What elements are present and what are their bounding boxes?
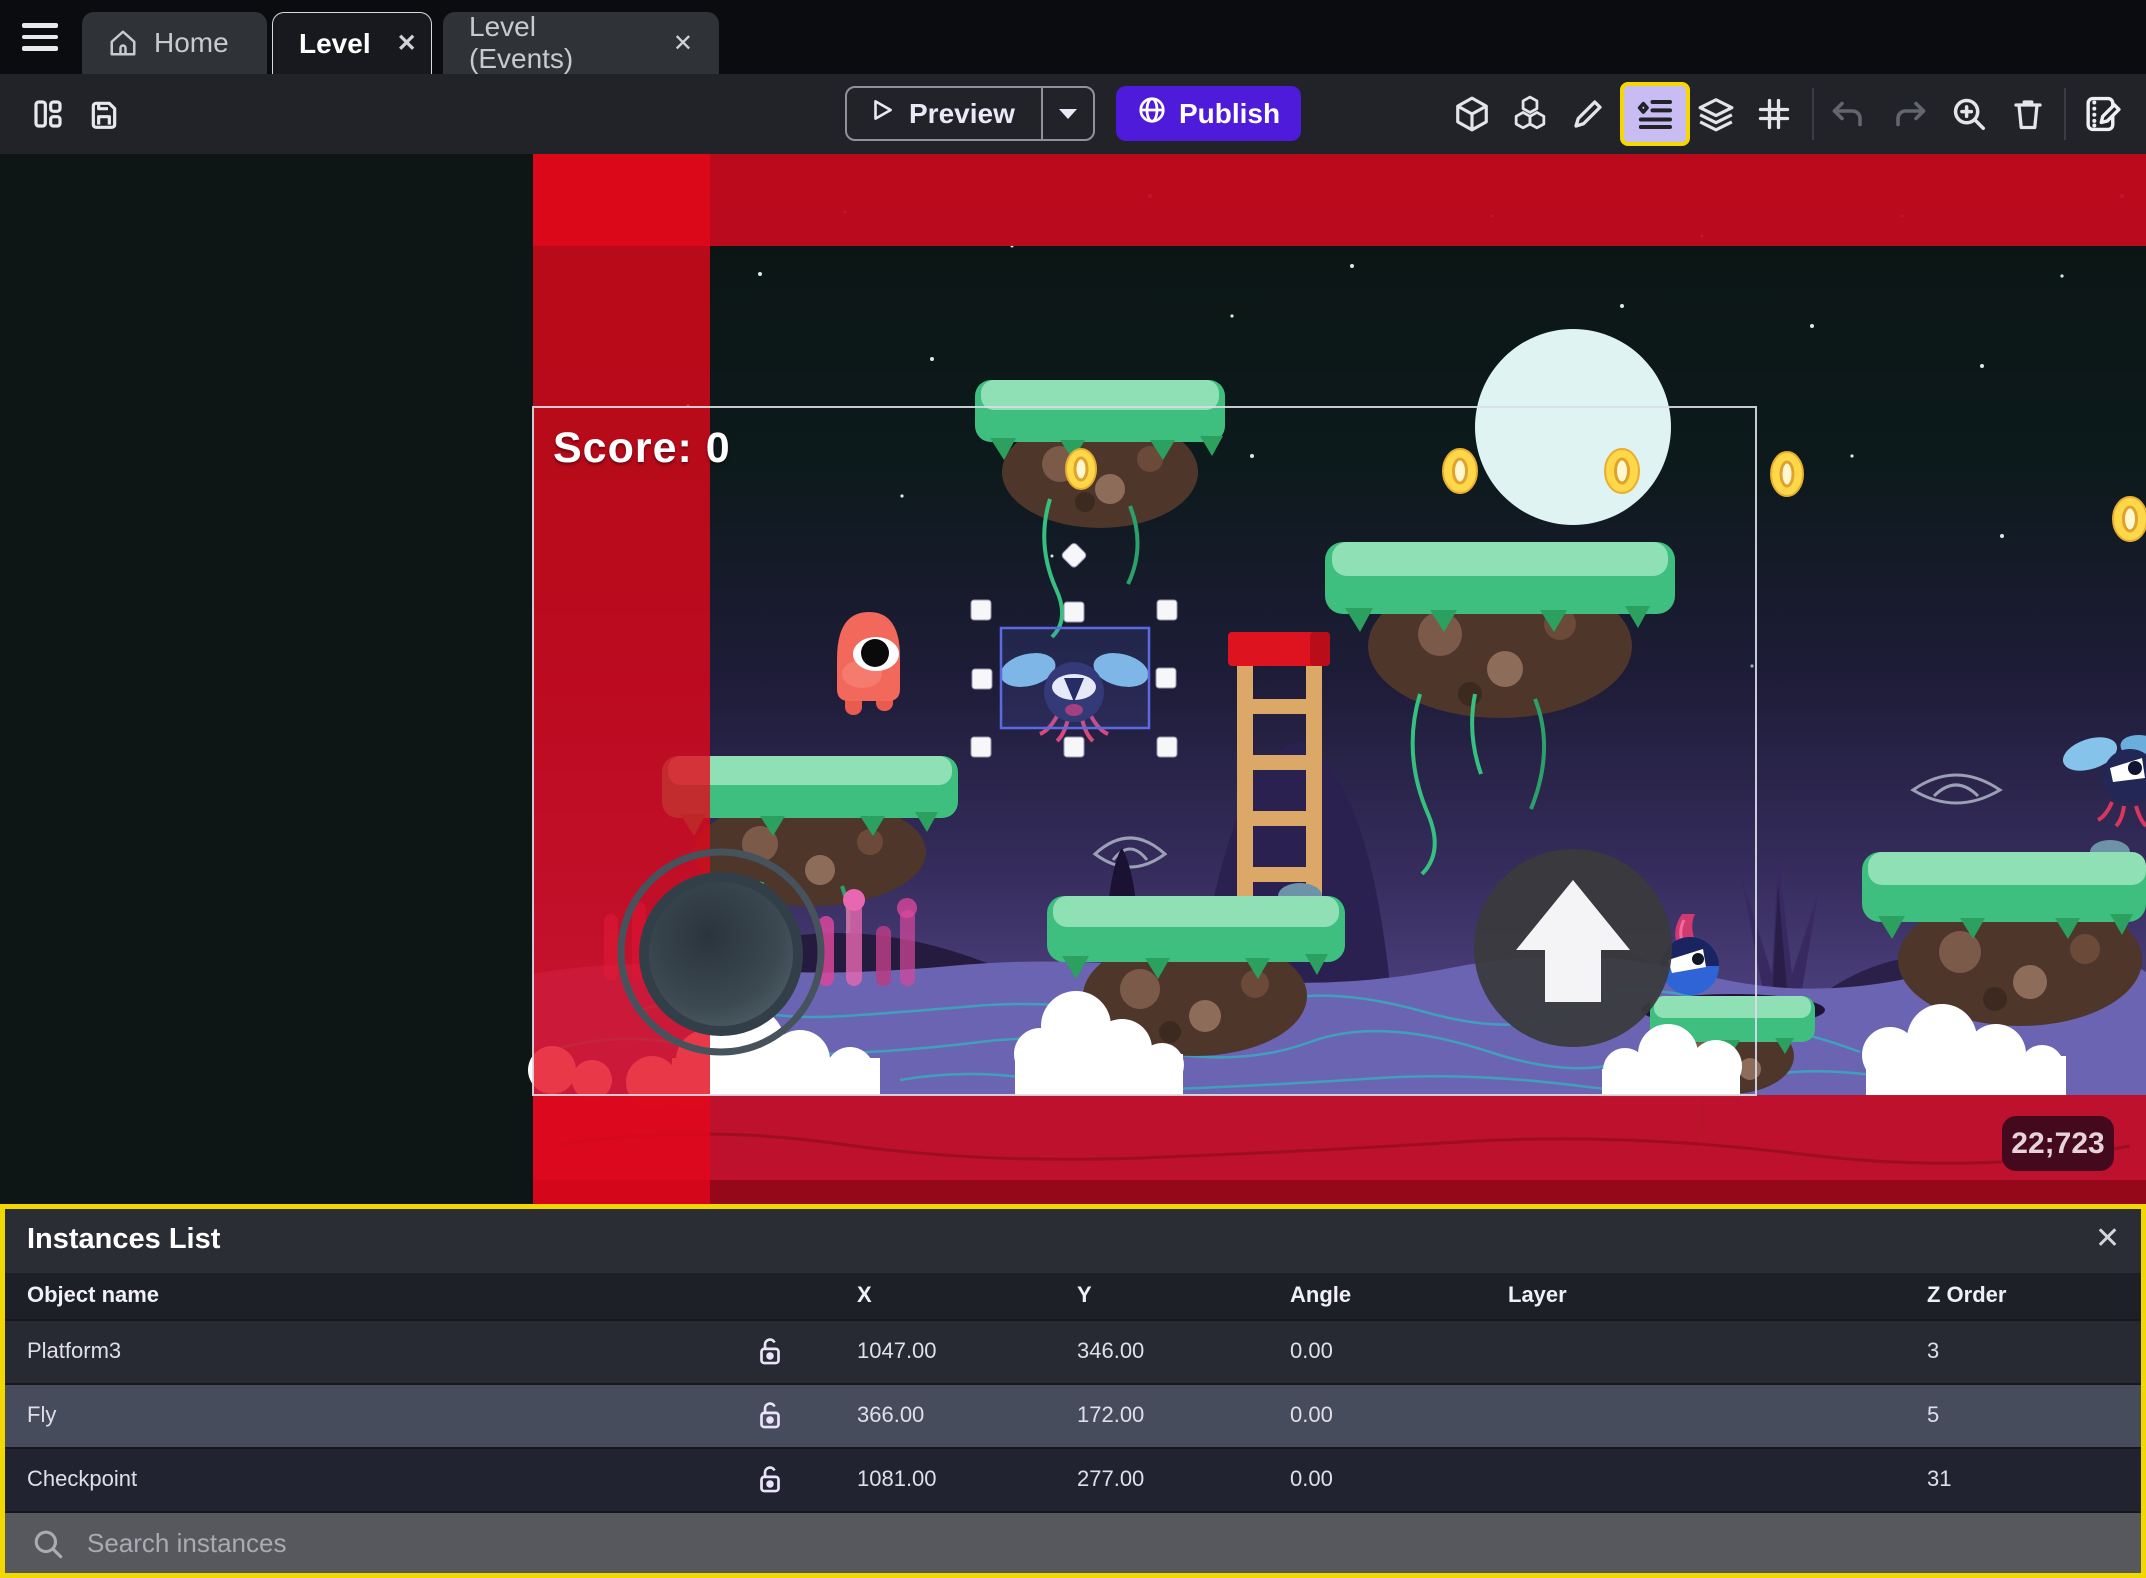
instance-z-order[interactable]: 31 <box>1927 1466 1951 1492</box>
score-hud-text: Score: 0 <box>553 424 731 472</box>
hamburger-menu-icon[interactable] <box>22 23 58 51</box>
instances-list-button-highlighted[interactable] <box>1620 82 1690 146</box>
instance-x[interactable]: 1047.00 <box>857 1338 937 1364</box>
instance-angle[interactable]: 0.00 <box>1290 1338 1333 1364</box>
column-header-x[interactable]: X <box>857 1282 872 1308</box>
scene-artwork <box>528 154 2146 1204</box>
instances-panel-header: Instances List ✕ <box>5 1209 2141 1273</box>
player-character[interactable] <box>837 612 900 715</box>
trash-icon[interactable] <box>2008 94 2048 134</box>
edit-pencil-icon[interactable] <box>1568 94 1608 134</box>
tab-level[interactable]: Level ✕ <box>272 12 432 74</box>
divider <box>1812 88 1814 140</box>
tab-home-label: Home <box>154 27 229 58</box>
tab-level-label: Level <box>299 27 371 59</box>
tab-level-events-label: Level (Events) <box>469 11 574 74</box>
object-groups-icon[interactable] <box>1510 94 1550 134</box>
instances-list-icon <box>1635 92 1675 137</box>
unlock-icon[interactable] <box>753 1398 789 1434</box>
divider <box>2064 88 2066 140</box>
chevron-down-icon[interactable] <box>1043 107 1093 121</box>
cursor-coordinates-badge: 22;723 <box>2002 1116 2114 1171</box>
grid-icon[interactable] <box>1754 94 1794 134</box>
publish-button[interactable]: Publish <box>1116 86 1301 141</box>
play-icon <box>869 96 895 131</box>
instance-angle[interactable]: 0.00 <box>1290 1466 1333 1492</box>
edit-events-icon[interactable] <box>2082 94 2122 134</box>
red-zone-bottom-edge <box>533 1180 2146 1204</box>
tab-home[interactable]: Home <box>82 12 267 74</box>
red-zone-top[interactable] <box>533 154 2146 246</box>
instances-search-bar <box>5 1513 2141 1573</box>
instance-y[interactable]: 346.00 <box>1077 1338 1144 1364</box>
instance-y[interactable]: 172.00 <box>1077 1402 1144 1428</box>
redo-icon[interactable] <box>1890 94 1930 134</box>
globe-icon <box>1137 95 1167 132</box>
preview-button[interactable]: Preview <box>845 86 1095 141</box>
toolbar: Preview Publish <box>0 74 2146 154</box>
column-header-y[interactable]: Y <box>1077 1282 1092 1308</box>
instances-panel-title: Instances List <box>27 1223 221 1255</box>
instance-row-checkpoint[interactable]: Checkpoint 1081.00 277.00 0.00 31 <box>5 1449 2141 1511</box>
publish-button-label: Publish <box>1178 97 1281 129</box>
tab-bar: Home Level ✕ Level (Events) ✕ <box>0 0 2146 74</box>
instance-z-order[interactable]: 3 <box>1927 1338 1939 1364</box>
column-header-z-order[interactable]: Z Order <box>1927 1282 2006 1308</box>
scene-editor-canvas[interactable]: Score: 0 22;723 <box>0 154 2146 1204</box>
column-header-layer[interactable]: Layer <box>1508 1282 1567 1308</box>
instance-name: Checkpoint <box>27 1466 138 1491</box>
joystick-control[interactable] <box>617 848 825 1056</box>
instance-x[interactable]: 366.00 <box>857 1402 924 1428</box>
zoom-in-icon[interactable] <box>1949 94 1989 134</box>
unlock-icon[interactable] <box>753 1462 789 1498</box>
column-header-angle[interactable]: Angle <box>1290 1282 1351 1308</box>
save-icon[interactable] <box>84 94 124 134</box>
undo-icon[interactable] <box>1828 94 1868 134</box>
close-icon[interactable]: ✕ <box>2095 1221 2120 1256</box>
instances-table-header: Object name X Y Angle Layer Z Order <box>5 1273 2141 1319</box>
moon <box>1475 329 1671 525</box>
preview-button-label: Preview <box>909 97 1015 129</box>
close-icon[interactable]: ✕ <box>397 29 417 58</box>
instance-y[interactable]: 277.00 <box>1077 1466 1144 1492</box>
tab-level-events[interactable]: Level (Events) ✕ <box>443 11 719 74</box>
layers-icon[interactable] <box>1696 94 1736 134</box>
search-icon <box>34 1530 63 1559</box>
home-icon <box>108 28 138 58</box>
instance-row-fly-selected[interactable]: Fly 366.00 172.00 0.00 5 <box>5 1385 2141 1447</box>
layout-panels-icon[interactable] <box>28 94 68 134</box>
instance-z-order[interactable]: 5 <box>1927 1402 1939 1428</box>
column-header-object-name[interactable]: Object name <box>27 1282 159 1308</box>
search-instances-input[interactable] <box>87 1513 1987 1573</box>
close-icon[interactable]: ✕ <box>673 29 693 58</box>
instance-name: Fly <box>27 1402 57 1427</box>
instances-list-panel: Instances List ✕ Object name X Y Angle L… <box>0 1204 2146 1578</box>
app-window: Home Level ✕ Level (Events) ✕ Preview Pu… <box>0 0 2146 1578</box>
jump-button[interactable] <box>1474 849 1672 1047</box>
instance-angle[interactable]: 0.00 <box>1290 1402 1333 1428</box>
unlock-icon[interactable] <box>753 1334 789 1370</box>
objects-cube-icon[interactable] <box>1452 94 1492 134</box>
instance-x[interactable]: 1081.00 <box>857 1466 937 1492</box>
instance-row-platform3[interactable]: Platform3 1047.00 346.00 0.00 3 <box>5 1321 2141 1383</box>
instance-name: Platform3 <box>27 1338 122 1363</box>
